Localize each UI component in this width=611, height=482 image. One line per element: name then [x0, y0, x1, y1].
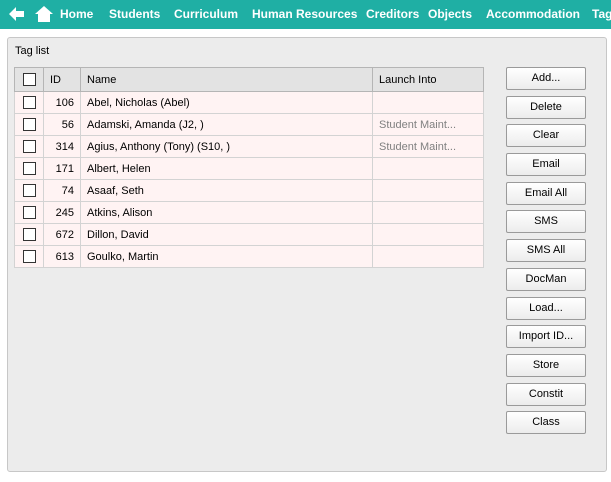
- row-checkbox[interactable]: [22, 206, 36, 219]
- column-header-id[interactable]: ID: [43, 67, 81, 92]
- home-icon[interactable]: [33, 4, 55, 24]
- select-all-header: [14, 67, 44, 92]
- store-button[interactable]: Store: [506, 353, 586, 377]
- row-name: Atkins, Alison: [80, 201, 373, 224]
- row-checkbox[interactable]: [22, 162, 36, 175]
- email-button[interactable]: Email: [506, 153, 586, 177]
- docman-button[interactable]: DocMan: [506, 267, 586, 291]
- table-row[interactable]: 106 Abel, Nicholas (Abel): [14, 91, 484, 114]
- nav-accommodation[interactable]: Accommodation: [486, 7, 580, 21]
- constit-button[interactable]: Constit: [506, 382, 586, 406]
- row-name: Albert, Helen: [80, 157, 373, 180]
- nav-home[interactable]: Home: [60, 7, 93, 21]
- row-id: 106: [43, 91, 81, 114]
- nav-curriculum[interactable]: Curriculum: [174, 7, 238, 21]
- load-button[interactable]: Load...: [506, 296, 586, 320]
- nav-human-resources[interactable]: Human Resources: [252, 7, 357, 21]
- import-id-button[interactable]: Import ID...: [506, 325, 586, 349]
- tag-table: ID Name Launch Into 106 Abel, Nicholas (…: [14, 67, 484, 268]
- top-nav-bar: Home Students Curriculum Human Resources…: [0, 0, 611, 29]
- row-id: 56: [43, 113, 81, 136]
- row-id: 74: [43, 179, 81, 202]
- add-button[interactable]: Add...: [506, 67, 586, 90]
- table-row[interactable]: 245 Atkins, Alison: [14, 201, 484, 224]
- clear-button[interactable]: Clear: [506, 124, 586, 148]
- sms-all-button[interactable]: SMS All: [506, 239, 586, 263]
- row-select-cell: [14, 179, 44, 202]
- row-id: 171: [43, 157, 81, 180]
- table-header-row: ID Name Launch Into: [14, 67, 484, 92]
- row-launch-into[interactable]: [372, 201, 484, 224]
- table-row[interactable]: 56 Adamski, Amanda (J2, ) Student Maint.…: [14, 113, 484, 136]
- row-select-cell: [14, 91, 44, 114]
- row-name: Asaaf, Seth: [80, 179, 373, 202]
- row-name: Dillon, David: [80, 223, 373, 246]
- back-arrow-icon[interactable]: [5, 4, 27, 24]
- nav-creditors[interactable]: Creditors: [366, 7, 419, 21]
- row-launch-into[interactable]: [372, 245, 484, 268]
- row-id: 613: [43, 245, 81, 268]
- table-row[interactable]: 314 Agius, Anthony (Tony) (S10, ) Studen…: [14, 135, 484, 158]
- row-select-cell: [14, 201, 44, 224]
- row-launch-into[interactable]: [372, 179, 484, 202]
- select-all-checkbox[interactable]: [22, 73, 36, 86]
- column-header-launch-into[interactable]: Launch Into: [372, 67, 484, 92]
- row-id: 672: [43, 223, 81, 246]
- row-name: Goulko, Martin: [80, 245, 373, 268]
- row-checkbox[interactable]: [22, 96, 36, 109]
- delete-button[interactable]: Delete: [506, 95, 586, 119]
- row-checkbox[interactable]: [22, 250, 36, 263]
- nav-objects[interactable]: Objects: [428, 7, 472, 21]
- column-header-name[interactable]: Name: [80, 67, 373, 92]
- row-select-cell: [14, 157, 44, 180]
- row-checkbox[interactable]: [22, 228, 36, 241]
- action-button-column: Add... Delete Clear Email Email All SMS …: [506, 67, 587, 440]
- row-launch-into[interactable]: [372, 223, 484, 246]
- row-launch-into[interactable]: Student Maint...: [372, 135, 484, 158]
- email-all-button[interactable]: Email All: [506, 181, 586, 205]
- sms-button[interactable]: SMS: [506, 210, 586, 234]
- row-id: 314: [43, 135, 81, 158]
- row-select-cell: [14, 113, 44, 136]
- row-select-cell: [14, 223, 44, 246]
- row-launch-into[interactable]: Student Maint...: [372, 113, 484, 136]
- row-name: Adamski, Amanda (J2, ): [80, 113, 373, 136]
- nav-tag[interactable]: Tag: [592, 7, 611, 21]
- table-row[interactable]: 613 Goulko, Martin: [14, 245, 484, 268]
- row-name: Abel, Nicholas (Abel): [80, 91, 373, 114]
- row-select-cell: [14, 245, 44, 268]
- row-launch-into[interactable]: [372, 157, 484, 180]
- row-checkbox[interactable]: [22, 118, 36, 131]
- row-id: 245: [43, 201, 81, 224]
- class-button[interactable]: Class: [506, 411, 586, 435]
- table-row[interactable]: 74 Asaaf, Seth: [14, 179, 484, 202]
- table-row[interactable]: 672 Dillon, David: [14, 223, 484, 246]
- row-launch-into[interactable]: [372, 91, 484, 114]
- row-checkbox[interactable]: [22, 140, 36, 153]
- nav-students[interactable]: Students: [109, 7, 160, 21]
- row-name: Agius, Anthony (Tony) (S10, ): [80, 135, 373, 158]
- tag-list-panel: Tag list ID Name Launch Into 106 Abel, N…: [7, 37, 607, 472]
- table-row[interactable]: 171 Albert, Helen: [14, 157, 484, 180]
- row-select-cell: [14, 135, 44, 158]
- panel-title: Tag list: [15, 45, 50, 57]
- row-checkbox[interactable]: [22, 184, 36, 197]
